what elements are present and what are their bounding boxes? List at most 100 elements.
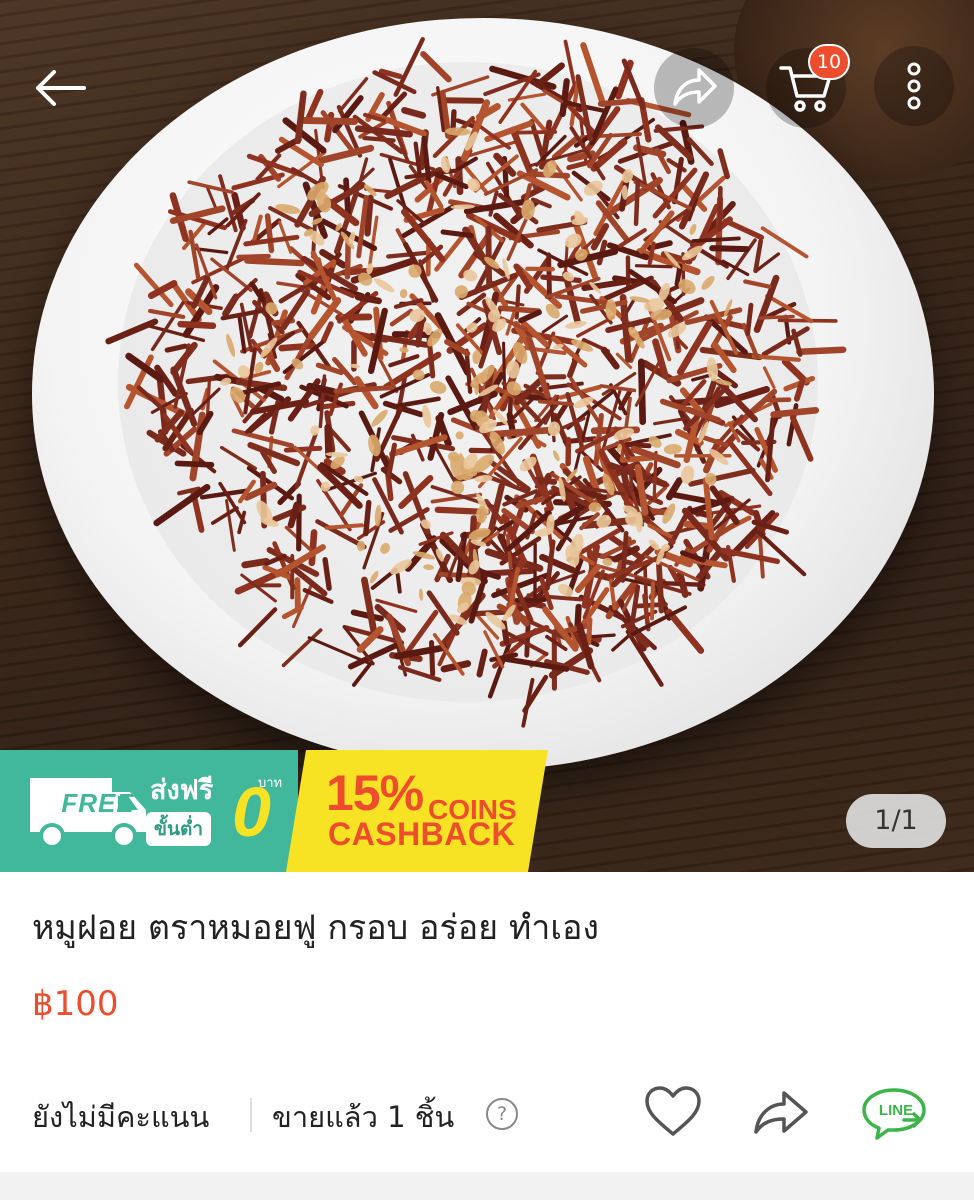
fried-shallot xyxy=(455,431,464,440)
pork-shred xyxy=(225,499,236,552)
pork-shred xyxy=(599,384,637,393)
share-icon xyxy=(754,1091,808,1134)
pork-shred xyxy=(401,107,427,119)
pork-shred xyxy=(691,236,741,243)
heart-icon xyxy=(645,1086,701,1136)
pork-shred xyxy=(324,523,364,530)
help-icon[interactable]: ? xyxy=(486,1098,518,1130)
pork-shred xyxy=(489,426,557,438)
pork-shred xyxy=(210,506,239,525)
shredded-pork-food xyxy=(105,37,847,728)
pork-shred xyxy=(497,305,542,314)
more-options-button[interactable] xyxy=(874,46,954,126)
pork-shred xyxy=(318,374,327,429)
pork-shred xyxy=(533,476,558,485)
back-arrow-icon xyxy=(36,70,86,106)
pork-shred xyxy=(745,302,754,336)
pork-shred xyxy=(628,464,634,493)
cart-count-badge: 10 xyxy=(808,44,850,80)
pork-shred xyxy=(538,399,574,407)
pork-shred xyxy=(650,581,655,621)
fried-shallot xyxy=(418,588,424,601)
cashback-label: CASHBACK xyxy=(328,816,516,852)
pork-shred xyxy=(730,510,776,557)
pork-shred xyxy=(559,78,570,118)
pork-shred xyxy=(395,571,402,594)
pork-shred xyxy=(563,241,569,276)
ship-free-label: ส่งฟรี xyxy=(150,775,214,806)
pork-shred xyxy=(717,148,731,180)
pork-shred xyxy=(231,428,295,448)
pork-shred xyxy=(600,346,620,370)
pork-shred xyxy=(299,117,359,125)
pork-shred xyxy=(699,347,763,361)
fried-shallot xyxy=(429,381,447,394)
pork-shred xyxy=(796,346,847,356)
pork-shred xyxy=(743,279,772,289)
pork-shred xyxy=(722,218,765,241)
pork-shred xyxy=(789,414,814,462)
pork-shred xyxy=(534,62,565,88)
pork-shred xyxy=(566,159,593,171)
sold-count: ขายแล้ว 1 ชิ้น xyxy=(272,1100,455,1134)
pork-shred xyxy=(319,144,375,164)
pork-shred xyxy=(386,442,397,479)
pork-shred xyxy=(586,617,593,646)
fried-shallot xyxy=(399,288,408,299)
pork-shred xyxy=(177,320,217,330)
pork-shred xyxy=(363,499,372,537)
pork-shred xyxy=(294,577,301,614)
share-icon xyxy=(673,68,717,106)
free-label: FREE xyxy=(61,788,135,818)
product-price: ฿100 xyxy=(32,984,119,1024)
pork-shred xyxy=(389,308,414,327)
fried-shallot xyxy=(605,299,617,321)
pork-shred xyxy=(515,130,558,135)
pork-shred xyxy=(294,432,318,489)
pork-shred xyxy=(324,423,333,459)
fried-shallot xyxy=(380,542,390,554)
fried-shallot xyxy=(423,564,435,571)
share-button[interactable] xyxy=(752,1088,810,1140)
pork-shred xyxy=(476,648,488,678)
pork-shred xyxy=(580,42,607,108)
fried-shallot xyxy=(371,409,388,427)
line-label: LINE xyxy=(878,1102,914,1119)
pork-shred xyxy=(322,557,332,591)
pork-shred xyxy=(305,88,324,121)
pork-shred xyxy=(770,406,820,418)
pork-shred xyxy=(541,314,569,334)
pork-shred xyxy=(691,373,713,382)
pork-shred xyxy=(762,366,776,390)
pork-shred xyxy=(653,417,686,426)
pork-shred xyxy=(244,257,305,267)
pork-shred xyxy=(440,229,474,239)
pork-shred xyxy=(709,245,750,253)
pork-shred xyxy=(760,226,809,259)
cashback-percent: 15% xyxy=(326,765,424,821)
back-button[interactable] xyxy=(20,48,100,128)
bottom-bar xyxy=(0,1172,974,1200)
pork-shred xyxy=(308,529,318,567)
pork-shred xyxy=(236,253,271,260)
rating-status[interactable]: ยังไม่มีคะแนน xyxy=(32,1094,209,1140)
like-button[interactable] xyxy=(644,1086,702,1142)
fried-shallot xyxy=(320,481,331,492)
pork-shred xyxy=(514,284,521,320)
pork-shred xyxy=(608,573,617,611)
fried-shallot xyxy=(454,285,468,299)
pork-shred xyxy=(518,309,542,324)
pork-shred xyxy=(485,225,493,287)
fried-shallot xyxy=(663,444,682,455)
pork-shred xyxy=(241,558,270,569)
share-button-top[interactable] xyxy=(654,48,734,128)
pork-shred xyxy=(576,315,615,338)
pork-shred xyxy=(758,314,795,320)
pork-shred xyxy=(764,416,776,483)
pork-shred xyxy=(524,619,531,658)
pork-shred xyxy=(413,141,422,178)
pork-shred xyxy=(420,50,452,83)
pork-shred xyxy=(287,501,300,529)
pork-shred xyxy=(281,628,323,668)
product-image[interactable] xyxy=(0,0,974,872)
